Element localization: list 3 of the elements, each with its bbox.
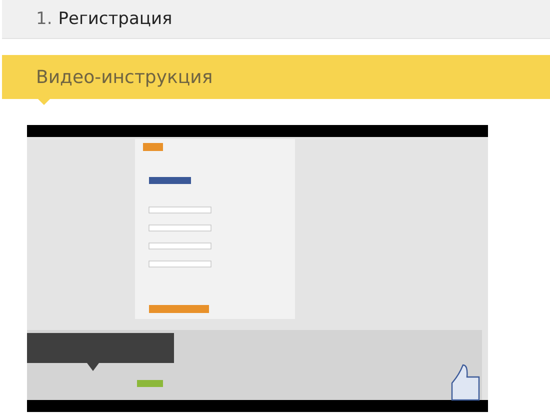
section-title: Видео-инструкция — [36, 66, 213, 88]
step-number: 1. — [36, 9, 52, 29]
step-title: Регистрация — [58, 9, 172, 29]
